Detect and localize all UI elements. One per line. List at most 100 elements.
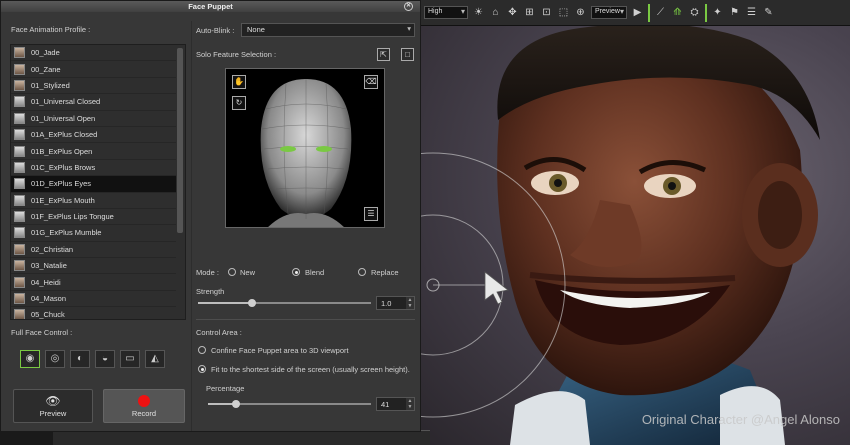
profile-item[interactable]: 02_Christian [11,242,176,259]
profile-item[interactable]: 03_Natalie [11,258,176,275]
list-icon[interactable]: ☰ [364,207,378,221]
profile-item-label: 01A_ExPlus Closed [31,130,98,140]
strength-label: Strength [196,287,225,296]
profile-item-label: 03_Natalie [31,261,67,271]
preview-button[interactable]: 👁 Preview [13,389,93,423]
profile-item[interactable]: 01B_ExPlus Open [11,143,176,160]
record-label: Record [131,409,157,418]
profile-item[interactable]: 00_Zane [11,61,176,78]
profile-item[interactable]: 01_Universal Closed [11,94,176,111]
mode-blend-radio[interactable] [292,268,300,276]
frame-icon[interactable]: ⬚ [557,6,570,19]
eye-open-icon[interactable]: ◉ [20,350,40,368]
profile-item[interactable]: 01G_ExPlus Mumble [11,225,176,242]
mode-label: Mode : [196,268,219,277]
gizmo-icon[interactable]: ⛭ [688,6,701,19]
viewport-toolbar: High ☀ ⌂ ✥ ⊞ ⊡ ⬚ ⊕ Preview ▶ ⟋ ⟰ ⛭ ✦ ⚑ ☰… [420,0,850,26]
render-select[interactable]: Preview [591,6,627,19]
control-area-label: Control Area : [196,328,242,337]
person-icon[interactable]: ✦ [711,6,724,19]
profile-item-label: 04_Mason [31,294,67,304]
select-tool-icon[interactable]: ✋ [232,75,246,89]
move-icon[interactable]: ✥ [506,6,519,19]
spin-arrows-icon[interactable]: ▲ ▼ [406,297,414,309]
profile-item[interactable]: 00_Jade [11,45,176,62]
close-icon[interactable]: ✕ [404,2,413,11]
profile-item[interactable]: 01_Stylized [11,78,176,95]
profile-item-label: 01B_ExPlus Open [31,146,93,156]
pick-icon[interactable]: ⟋ [654,6,667,19]
list-icon[interactable]: ☰ [745,6,758,19]
credit-text: Original Character @Angel Alonso [641,412,840,427]
profile-item[interactable]: 01F_ExPlus Lips Tongue [11,209,176,226]
light-icon[interactable]: ☀ [472,6,485,19]
profile-item[interactable]: 01E_ExPlus Mouth [11,193,176,209]
profile-item-label: 01C_ExPlus Brows [31,162,96,172]
profile-item[interactable]: 01_Universal Open [11,111,176,127]
profile-item-label: 01G_ExPlus Mumble [31,228,102,238]
strength-value: 1.0 [381,299,392,308]
profile-item-label: 02_Christian [31,244,74,254]
solo-feature-label: Solo Feature Selection : [196,50,277,59]
column-divider [191,21,192,431]
mask-thumbnail-icon [14,112,25,124]
preview-label: Preview [39,409,67,418]
mode-new-radio[interactable] [228,268,236,276]
camera-icon[interactable]: ⊡ [540,6,553,19]
face-thumbnail-icon [14,79,25,91]
profile-item[interactable]: 01D_ExPlus Eyes [11,176,176,193]
face-thumbnail-icon [14,276,25,288]
mask-thumbnail-icon [14,227,25,239]
percentage-value: 41 [381,400,390,409]
profile-item[interactable]: 05_Chuck [11,307,176,320]
home-icon[interactable]: ⌂ [489,6,502,19]
profile-list[interactable]: 00_Jade 00_Zane 01_Stylized 01_Universal Cl… [10,44,186,320]
fit-label: Fit to the shortest side of the screen (… [211,365,410,374]
mask-thumbnail-icon [14,194,25,206]
fit-radio[interactable] [198,365,206,373]
profile-item[interactable]: 04_Heidi [11,274,176,291]
video-icon[interactable]: ▶ [631,6,644,19]
eraser-icon[interactable]: ⌫ [364,75,378,89]
quality-select[interactable]: High [424,6,468,19]
eye-squint-icon[interactable]: ◒ [95,350,115,368]
percentage-input[interactable]: 41 ▲ ▼ [376,397,415,411]
profile-item-label: 01_Universal Closed [31,97,101,107]
zoom-icon[interactable]: ⊕ [574,6,587,19]
solo-feature-face[interactable]: ✋ ↻ ⌫ ☰ [225,68,385,228]
profile-item-label: 05_Chuck [31,310,65,320]
align-icon[interactable]: ⊞ [523,6,536,19]
profile-item[interactable]: 01C_ExPlus Brows [11,160,176,177]
maximize-icon[interactable]: □ [401,48,414,61]
export-icon[interactable]: ⇱ [377,48,390,61]
percentage-slider-thumb[interactable] [231,400,240,408]
face-thumbnail-icon [14,309,25,319]
confine-radio[interactable] [198,346,206,354]
list-scrollbar[interactable] [177,48,183,233]
section-divider [196,319,415,320]
mask-thumbnail-icon [14,161,25,173]
strength-slider-thumb[interactable] [247,299,256,307]
eye-blink-icon[interactable]: ▭ [120,350,140,368]
autoblink-select[interactable]: None [241,23,415,37]
reset-icon[interactable]: ↻ [232,96,246,110]
eye-look-icon[interactable]: ◐ [70,350,90,368]
toolbar-separator-2 [705,3,707,22]
puppet-icon[interactable]: ⟰ [671,6,684,19]
3d-viewport[interactable]: High ☀ ⌂ ✥ ⊞ ⊡ ⬚ ⊕ Preview ▶ ⟋ ⟰ ⛭ ✦ ⚑ ☰… [420,0,850,445]
profile-item[interactable]: 04_Mason [11,291,176,308]
full-face-controls: ◉ ◎ ◐ ◒ ▭ ◭ [20,350,165,368]
record-button[interactable]: Record [103,389,185,423]
flag-icon[interactable]: ⚑ [728,6,741,19]
spin-arrows-icon[interactable]: ▲ ▼ [406,398,414,410]
toolbar-separator [648,3,650,22]
profile-item[interactable]: 01A_ExPlus Closed [11,127,176,144]
brush-icon[interactable]: ✎ [762,6,775,19]
eye-angry-icon[interactable]: ◭ [145,350,165,368]
profile-item-label: 01D_ExPlus Eyes [31,179,92,189]
face-thumbnail-icon [14,293,25,305]
strength-input[interactable]: 1.0 ▲ ▼ [376,296,415,310]
mode-replace-radio[interactable] [358,268,366,276]
profile-item-label: 00_Jade [31,48,60,58]
eye-icon[interactable]: ◎ [45,350,65,368]
